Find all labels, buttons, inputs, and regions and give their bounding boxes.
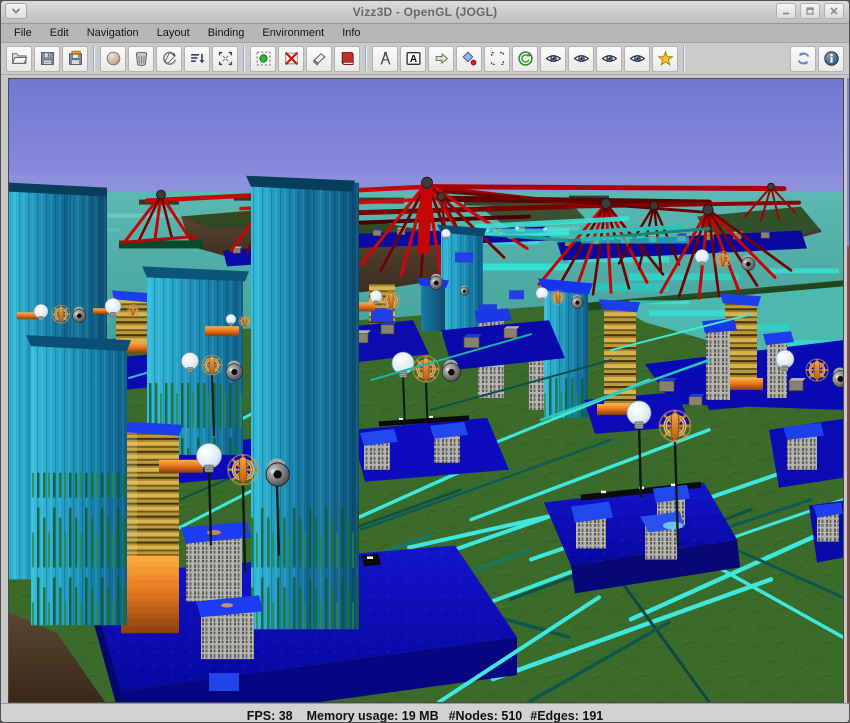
vizz3d-scene xyxy=(9,79,843,702)
create-sphere-icon xyxy=(105,50,122,67)
toolbar-about-info-button[interactable] xyxy=(818,46,844,72)
toolbar-visibility-eye-1-button[interactable] xyxy=(540,46,566,72)
cyan-tower-streaked-front xyxy=(26,335,131,625)
toolbar-separator xyxy=(243,46,245,71)
toolbar-paint-swirl-button[interactable] xyxy=(156,46,182,72)
toolbar-reset-view-clock-button[interactable] xyxy=(512,46,538,72)
visibility-eye-4-icon xyxy=(629,50,646,67)
toolbar-group-2 xyxy=(99,46,239,72)
save-file-as-icon xyxy=(67,50,84,67)
toolbar-add-node-button[interactable] xyxy=(250,46,276,72)
memory-usage: Memory usage: 19 MB xyxy=(307,709,439,723)
remove-node-icon xyxy=(283,50,300,67)
edge-count: #Edges: 191 xyxy=(530,709,603,723)
paint-swirl-icon xyxy=(161,50,178,67)
window-title: Vizz3D - OpenGL (JOGL) xyxy=(353,5,498,19)
toolbar-remove-node-button[interactable] xyxy=(278,46,304,72)
toolbar-create-sphere-button[interactable] xyxy=(100,46,126,72)
visibility-eye-3-icon xyxy=(601,50,618,67)
save-file-icon xyxy=(39,50,56,67)
toolbar: A xyxy=(1,43,849,75)
toolbar-eraser-button[interactable] xyxy=(306,46,332,72)
toggle-labels-icon: A xyxy=(405,50,422,67)
svg-text:A: A xyxy=(409,54,417,65)
node-count: #Nodes: 510 xyxy=(449,709,523,723)
add-node-icon xyxy=(255,50,272,67)
gray-tower xyxy=(706,328,730,400)
status-bar: FPS: 38 Memory usage: 19 MB #Nodes: 510 … xyxy=(1,703,849,723)
menu-binding[interactable]: Binding xyxy=(199,25,254,41)
menu-file[interactable]: File xyxy=(5,25,41,41)
menu-edit[interactable]: Edit xyxy=(41,25,78,41)
gold-tower xyxy=(604,306,636,410)
toolbar-select-area-button[interactable] xyxy=(484,46,510,72)
move-node-icon xyxy=(461,50,478,67)
viewport-frame xyxy=(1,75,849,703)
toolbar-measure-compass-button[interactable] xyxy=(372,46,398,72)
measure-compass-icon xyxy=(377,50,394,67)
toolbar-save-file-button[interactable] xyxy=(34,46,60,72)
maximize-icon xyxy=(805,6,815,16)
toolbar-group-3 xyxy=(249,46,361,72)
menu-bar: FileEditNavigationLayoutBindingEnvironme… xyxy=(1,24,849,43)
maximize-button[interactable] xyxy=(800,3,820,19)
fit-to-screen-icon xyxy=(217,50,234,67)
window-controls xyxy=(776,3,844,19)
select-area-icon xyxy=(489,50,506,67)
toolbar-toggle-labels-button[interactable]: A xyxy=(400,46,426,72)
step-forward-icon xyxy=(433,50,450,67)
title-bar: Vizz3D - OpenGL (JOGL) xyxy=(1,1,849,24)
toolbar-separator xyxy=(93,46,95,71)
toolbar-delete-trash-button[interactable] xyxy=(128,46,154,72)
office-building xyxy=(181,522,251,602)
app-window: Vizz3D - OpenGL (JOGL) FileEditNavigatio… xyxy=(0,0,850,723)
menu-navigation[interactable]: Navigation xyxy=(78,25,148,41)
open-file-icon xyxy=(11,50,28,67)
reload-refresh-icon xyxy=(795,50,812,67)
toolbar-fit-to-screen-button[interactable] xyxy=(212,46,238,72)
toolbar-favorites-star-button[interactable] xyxy=(652,46,678,72)
reset-view-clock-icon xyxy=(517,50,534,67)
eraser-icon xyxy=(311,50,328,67)
toolbar-group-1 xyxy=(5,46,89,72)
chevron-down-icon xyxy=(11,7,21,15)
delete-trash-icon xyxy=(133,50,150,67)
toolbar-move-node-button[interactable] xyxy=(456,46,482,72)
favorites-star-icon xyxy=(657,50,674,67)
window-menu-button[interactable] xyxy=(5,3,27,19)
toolbar-manual-book-button[interactable] xyxy=(334,46,360,72)
toolbar-step-forward-button[interactable] xyxy=(428,46,454,72)
close-icon xyxy=(829,6,839,16)
cyan-tower-tall-center xyxy=(246,176,359,630)
minimize-icon xyxy=(781,6,791,16)
toolbar-group-4: A xyxy=(371,46,679,72)
menu-layout[interactable]: Layout xyxy=(148,25,199,41)
menu-environment[interactable]: Environment xyxy=(253,25,333,41)
toolbar-separator xyxy=(365,46,367,71)
toolbar-save-file-as-button[interactable] xyxy=(62,46,88,72)
minimize-button[interactable] xyxy=(776,3,796,19)
visibility-eye-1-icon xyxy=(545,50,562,67)
toolbar-visibility-eye-2-button[interactable] xyxy=(568,46,594,72)
menu-info[interactable]: Info xyxy=(333,25,369,41)
fps-counter: FPS: 38 xyxy=(247,709,293,723)
toolbar-visibility-eye-4-button[interactable] xyxy=(624,46,650,72)
sort-layers-icon xyxy=(189,50,206,67)
toolbar-sort-layers-button[interactable] xyxy=(184,46,210,72)
screen-edge-artifact xyxy=(847,78,849,703)
toolbar-right-group xyxy=(789,46,845,72)
opengl-3d-viewport[interactable] xyxy=(8,78,844,703)
office-building xyxy=(196,595,263,659)
toolbar-open-file-button[interactable] xyxy=(6,46,32,72)
toolbar-visibility-eye-3-button[interactable] xyxy=(596,46,622,72)
toolbar-separator xyxy=(683,46,685,71)
about-info-icon xyxy=(823,50,840,67)
toolbar-reload-refresh-button[interactable] xyxy=(790,46,816,72)
close-button[interactable] xyxy=(824,3,844,19)
visibility-eye-2-icon xyxy=(573,50,590,67)
manual-book-icon xyxy=(339,50,356,67)
